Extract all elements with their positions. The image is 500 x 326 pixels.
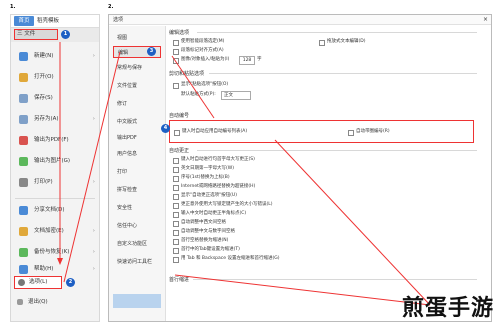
arrow-line [171,55,215,119]
watermark-text: 煎蛋手游 [401,296,494,321]
guide-arrows [57,42,431,306]
arrow-head [57,258,63,265]
arrow-line [274,139,431,306]
arrow-line [174,274,431,306]
arrow-line [63,51,121,283]
